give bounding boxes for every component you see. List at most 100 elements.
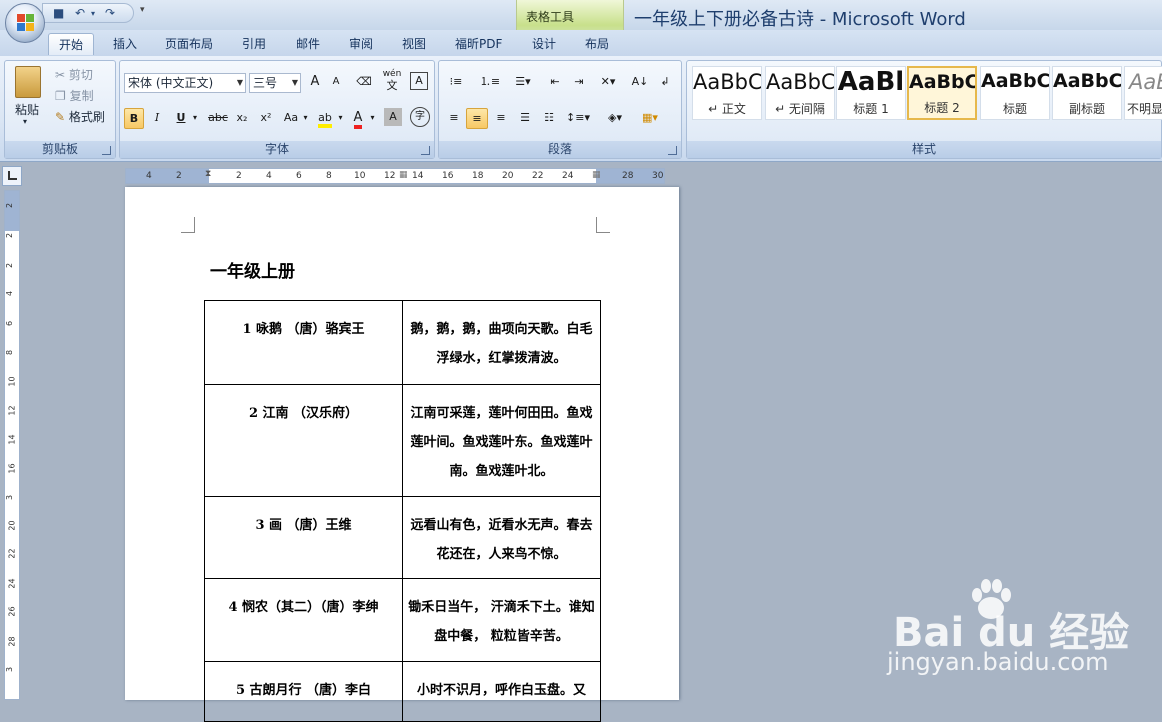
indent-icon: ⇥	[574, 75, 584, 88]
tab-selector[interactable]	[2, 166, 22, 186]
align-right-button[interactable]: ≡	[490, 108, 512, 129]
column-marker-icon[interactable]: ▦	[399, 170, 408, 180]
clipboard-launcher-icon[interactable]	[102, 146, 111, 155]
strikethrough-button[interactable]: abc	[206, 108, 230, 129]
undo-icon[interactable]: ↶	[75, 6, 85, 20]
tab-foxit-pdf[interactable]: 福昕PDF	[455, 33, 502, 55]
poem-title-cell[interactable]: 3 画 （唐）王维	[204, 496, 403, 579]
char-shading-button[interactable]: A	[384, 108, 402, 126]
show-marks-button[interactable]: ↲	[655, 72, 675, 93]
document-heading[interactable]: 一年级上册	[210, 257, 295, 282]
line-spacing-button[interactable]: ↕≡▾	[563, 108, 593, 129]
highlight-button[interactable]: ab	[314, 108, 336, 129]
strikethrough-icon: abc	[208, 111, 228, 124]
increase-indent-button[interactable]: ⇥	[569, 72, 589, 93]
subscript-button[interactable]: x₂	[232, 108, 252, 129]
horizontal-ruler[interactable]: 4 2 2 4 6 8 10 12 14 16 18 20 22 24 28 3…	[125, 168, 665, 184]
poem-content-cell[interactable]: 小时不识月，呼作白玉盘。又	[402, 661, 601, 722]
grow-font-button[interactable]: A	[306, 72, 324, 93]
customize-qat-icon[interactable]: ▾	[140, 5, 145, 15]
font-color-button[interactable]: A	[348, 108, 368, 129]
font-launcher-icon[interactable]	[421, 146, 430, 155]
justify-button[interactable]: ☰	[514, 108, 536, 129]
superscript-button[interactable]: x²	[256, 108, 276, 129]
shading-button[interactable]: ◈▾	[599, 108, 631, 129]
vertical-ruler[interactable]: 2 2 2 4 6 8 10 12 14 16 3 20 22 24 26 28…	[4, 190, 20, 700]
tab-references[interactable]: 引用	[242, 33, 266, 55]
distributed-button[interactable]: ☷	[538, 108, 560, 129]
tab-view[interactable]: 视图	[402, 33, 426, 55]
ruler-tick: 24	[562, 171, 574, 181]
tab-page-layout[interactable]: 页面布局	[165, 33, 213, 55]
format-painter-button[interactable]: ✎ 格式刷	[55, 108, 105, 125]
style-subtitle[interactable]: AaBbC 副标题	[1052, 66, 1122, 120]
char-border-button[interactable]: A	[410, 72, 428, 90]
change-case-button[interactable]: Aa	[280, 108, 302, 129]
tab-mailings[interactable]: 邮件	[296, 33, 320, 55]
style-no-spacing[interactable]: AaBbC ↵ 无间隔	[765, 66, 835, 120]
document-page[interactable]: 一年级上册 1 咏鹅 （唐）骆宾王 鹅，鹅，鹅，曲项向天歌。白毛浮绿水，红掌拨清…	[125, 187, 679, 722]
ruler-tick: 16	[7, 463, 17, 474]
ruler-tick: 2	[5, 202, 15, 209]
poem-title-cell[interactable]: 4 悯农（其二）（唐）李绅	[204, 578, 403, 662]
style-normal[interactable]: AaBbC ↵ 正文	[692, 66, 762, 120]
tab-insert[interactable]: 插入	[113, 33, 137, 55]
column-marker-icon[interactable]: ▦	[592, 170, 601, 180]
cut-button[interactable]: ✂ 剪切	[55, 66, 93, 83]
paragraph-launcher-icon[interactable]	[668, 146, 677, 155]
redo-icon[interactable]: ↷	[105, 6, 115, 20]
phonetic-char-label: 文	[386, 79, 398, 92]
chinese-layout-button[interactable]: ✕▾	[593, 72, 623, 93]
sort-button[interactable]: A↓	[629, 72, 651, 93]
enclose-char-button[interactable]: 字	[410, 107, 430, 127]
underline-dropdown-icon[interactable]: ▾	[190, 108, 200, 129]
shrink-font-button[interactable]: A	[327, 72, 345, 93]
poem-title-cell[interactable]: 1 咏鹅 （唐）骆宾王	[204, 300, 403, 385]
phonetic-guide-button[interactable]: wén 文	[382, 68, 402, 92]
poem-title-cell[interactable]: 5 古朗月行 （唐）李白	[204, 661, 403, 722]
borders-button[interactable]: ▦▾	[635, 108, 665, 129]
change-case-dropdown-icon[interactable]: ▾	[301, 108, 310, 129]
poem-table[interactable]: 1 咏鹅 （唐）骆宾王 鹅，鹅，鹅，曲项向天歌。白毛浮绿水，红掌拨清波。 2 江…	[204, 300, 601, 722]
copy-button[interactable]: ❐ 复制	[55, 87, 94, 104]
style-heading-1[interactable]: AaBl 标题 1	[836, 66, 906, 120]
poem-content-cell[interactable]: 江南可采莲，莲叶何田田。鱼戏莲叶间。鱼戏莲叶东。鱼戏莲叶南。鱼戏莲叶北。	[402, 384, 601, 497]
font-color-dropdown-icon[interactable]: ▾	[368, 108, 377, 129]
style-title[interactable]: AaBbC 标题	[980, 66, 1050, 120]
font-name-combo[interactable]: 宋体 (中文正文) ▼	[124, 73, 246, 93]
numbering-button[interactable]: ⒈≡	[477, 72, 503, 93]
indent-marker-icon[interactable]: ⧗	[205, 169, 211, 179]
align-center-button[interactable]: ≡	[466, 108, 488, 129]
paste-dropdown-icon[interactable]: ▾	[23, 117, 27, 126]
clear-format-button[interactable]: ⌫	[354, 72, 374, 93]
decrease-indent-button[interactable]: ⇤	[545, 72, 565, 93]
office-button[interactable]	[5, 3, 45, 43]
font-size-combo[interactable]: 三号 ▼	[249, 73, 301, 93]
pilcrow-icon: ↲	[660, 75, 670, 88]
align-left-button[interactable]: ≡	[443, 108, 465, 129]
italic-button[interactable]: I	[148, 108, 166, 129]
bullets-button[interactable]: ⁝≡	[443, 72, 469, 93]
highlight-dropdown-icon[interactable]: ▾	[336, 108, 345, 129]
tab-review[interactable]: 审阅	[349, 33, 373, 55]
poem-title-cell[interactable]: 2 江南 （汉乐府）	[204, 384, 403, 497]
poem-content-cell[interactable]: 鹅，鹅，鹅，曲项向天歌。白毛浮绿水，红掌拨清波。	[402, 300, 601, 385]
poem-content-cell[interactable]: 远看山有色，近看水无声。春去花还在，人来鸟不惊。	[402, 496, 601, 579]
undo-dropdown-icon[interactable]: ▾	[91, 9, 95, 18]
underline-button[interactable]: U	[172, 108, 190, 129]
style-heading-2[interactable]: AaBbC 标题 2	[907, 66, 977, 120]
style-subtle[interactable]: AaBl 不明显	[1124, 66, 1162, 120]
tab-home[interactable]: 开始	[48, 33, 95, 55]
ruler-tick: 2	[236, 171, 242, 181]
ruler-tick: 3	[5, 666, 15, 673]
table-row: 3 画 （唐）王维 远看山有色，近看水无声。春去花还在，人来鸟不惊。	[204, 496, 601, 579]
ruler-tick: 28	[622, 171, 634, 181]
align-right-icon: ≡	[496, 111, 506, 124]
tab-table-layout[interactable]: 布局	[585, 33, 609, 55]
paste-button[interactable]: 粘贴	[15, 101, 39, 118]
save-icon[interactable]: ■	[53, 6, 64, 20]
poem-content-cell[interactable]: 锄禾日当午， 汗滴禾下土。谁知盘中餐， 粒粒皆辛苦。	[402, 578, 601, 662]
multilevel-list-button[interactable]: ☰▾	[509, 72, 537, 93]
tab-table-design[interactable]: 设计	[532, 33, 556, 55]
bold-button[interactable]: B	[124, 108, 144, 129]
